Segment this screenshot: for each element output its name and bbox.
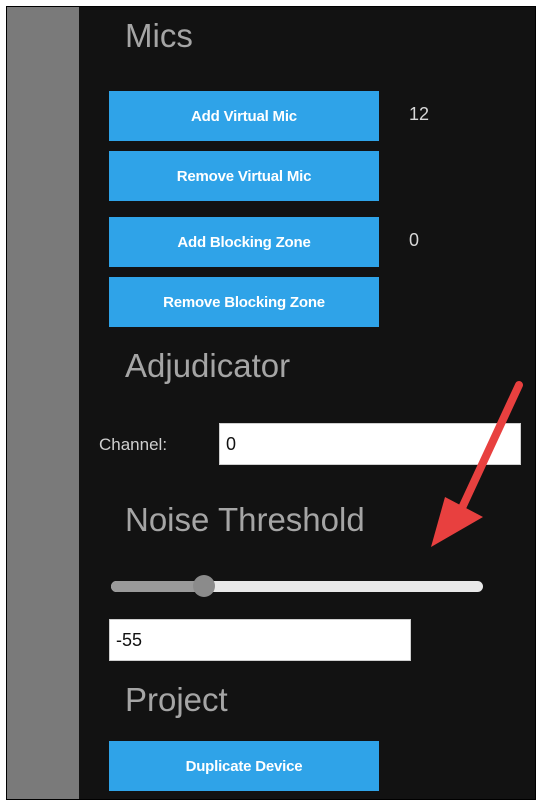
settings-panel: Mics Add Virtual Mic 12 Remove Virtual M…: [6, 6, 536, 800]
red-arrow-icon: [431, 381, 523, 547]
